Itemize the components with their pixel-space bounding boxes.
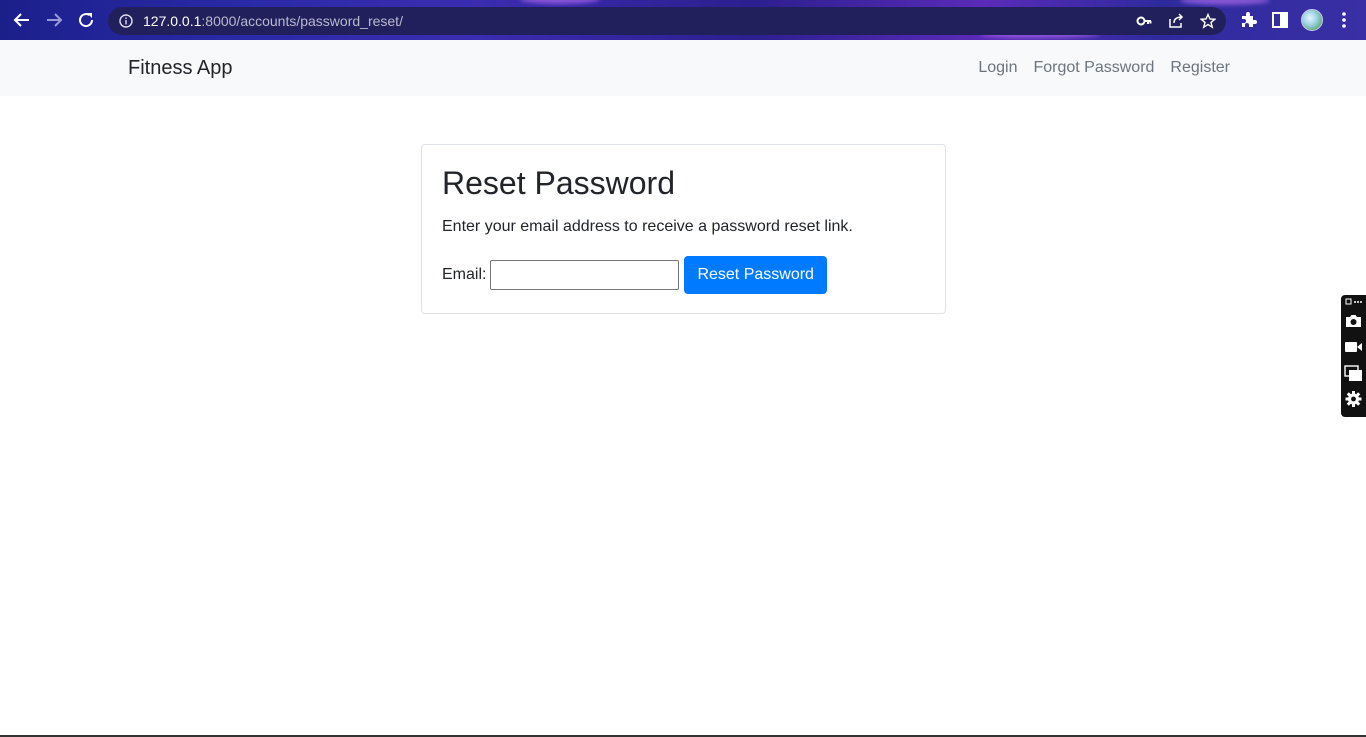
side-panel-icon[interactable] <box>1270 10 1290 30</box>
reload-button[interactable] <box>75 9 97 31</box>
url-host: 127.0.0.1 <box>143 13 202 29</box>
windows-icon[interactable] <box>1344 364 1363 382</box>
address-bar[interactable]: 127.0.0.1:8000/accounts/password_reset/ <box>108 7 1226 35</box>
camera-icon[interactable] <box>1344 312 1363 330</box>
email-label: Email: <box>442 266 487 283</box>
brand-link[interactable]: Fitness App <box>128 57 233 80</box>
kebab-menu-icon[interactable] <box>1334 10 1354 30</box>
forward-button[interactable] <box>43 9 65 31</box>
star-icon[interactable] <box>1200 13 1216 29</box>
url-path: :8000/accounts/password_reset/ <box>201 13 403 29</box>
more-icon[interactable] <box>1344 297 1363 307</box>
page-title: Reset Password <box>442 165 675 201</box>
reload-icon <box>79 13 94 28</box>
back-arrow-icon <box>13 13 29 27</box>
key-icon[interactable] <box>1136 13 1152 29</box>
background-glow <box>520 0 600 4</box>
reset-password-button[interactable]: Reset Password <box>684 256 827 294</box>
email-field[interactable] <box>490 260 680 290</box>
gear-icon[interactable] <box>1344 390 1363 408</box>
puzzle-icon[interactable] <box>1238 10 1258 30</box>
profile-avatar[interactable] <box>1301 9 1323 31</box>
nav-link-register[interactable]: Register <box>1170 59 1230 77</box>
reset-password-card: Reset Password Enter your email address … <box>421 144 946 314</box>
background-glow <box>1180 0 1270 5</box>
nav-link-login[interactable]: Login <box>978 59 1017 77</box>
card-description: Enter your email address to receive a pa… <box>442 218 853 235</box>
video-icon[interactable] <box>1344 338 1363 356</box>
nav-links: Login Forgot Password Register <box>978 59 1230 77</box>
url-text[interactable]: 127.0.0.1:8000/accounts/password_reset/ <box>143 13 403 29</box>
info-icon[interactable] <box>119 14 133 28</box>
reset-password-form: Email: Reset Password <box>442 256 827 294</box>
navbar: Fitness App Login Forgot Password Regist… <box>0 40 1366 96</box>
browser-toolbar: 127.0.0.1:8000/accounts/password_reset/ <box>0 0 1366 40</box>
back-button[interactable] <box>11 9 33 31</box>
forward-arrow-icon <box>47 13 63 27</box>
capture-toolbar <box>1341 295 1366 417</box>
nav-link-forgot-password[interactable]: Forgot Password <box>1033 59 1154 77</box>
share-icon[interactable] <box>1168 13 1184 29</box>
